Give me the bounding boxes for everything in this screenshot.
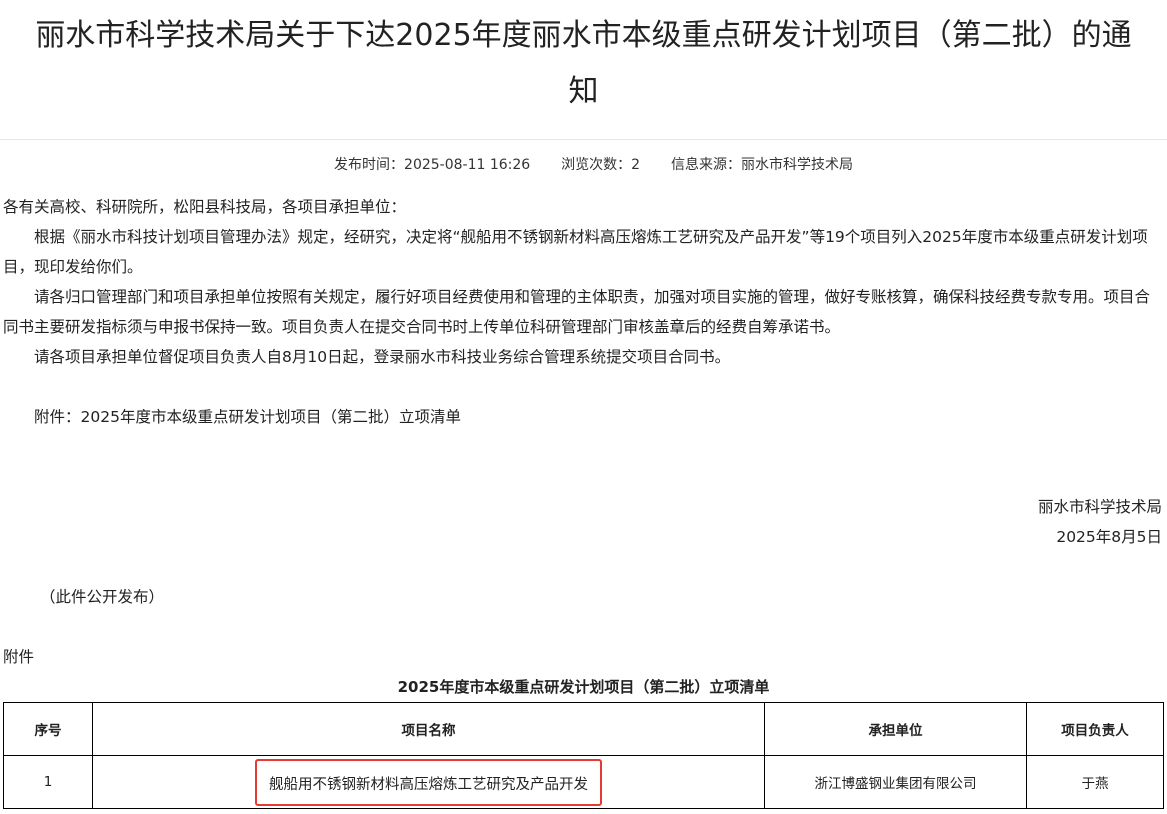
- header-index: 序号: [3, 702, 93, 756]
- table-header-row: 序号 项目名称 承担单位 项目负责人: [3, 702, 1164, 756]
- cell-leader: 于燕: [1026, 755, 1164, 809]
- signature-org: 丽水市科学技术局: [1037, 498, 1162, 516]
- publish-time-value: 2025-08-11 16:26: [404, 157, 531, 173]
- article-body: 各有关高校、科研院所，松阳县科技局，各项目承担单位： 根据《丽水市科技计划项目管…: [3, 192, 1163, 372]
- header-project-name: 项目名称: [92, 702, 765, 756]
- table-row: 1 舰船用不锈钢新材料高压熔炼工艺研究及产品开发 浙江博盛钢业集团有限公司 于燕: [3, 755, 1164, 809]
- page-title-line-1: 丽水市科学技术局关于下达2025年度丽水市本级重点研发计划项目（第二批）的通: [35, 18, 1132, 53]
- header-leader: 项目负责人: [1026, 702, 1164, 756]
- header-organization: 承担单位: [764, 702, 1027, 756]
- source-value: 丽水市科学技术局: [740, 157, 853, 173]
- table-title: 2025年度市本级重点研发计划项目（第二批）立项清单: [397, 678, 770, 696]
- highlighted-project-name: 舰船用不锈钢新材料高压熔炼工艺研究及产品开发: [255, 758, 602, 806]
- signature-date: 2025年8月5日: [1056, 528, 1162, 546]
- attachment-label: 附件: [3, 648, 35, 666]
- project-list-table: 序号 项目名称 承担单位 项目负责人 1 舰船用不锈钢新材料高压熔炼工艺研究及产…: [3, 702, 1164, 809]
- views-value: 2: [631, 157, 641, 173]
- attachment-section: 附件：2025年度市本级重点研发计划项目（第二批）立项清单: [3, 402, 1163, 432]
- cell-index: 1: [3, 755, 93, 809]
- views-label: 浏览次数：: [561, 157, 632, 173]
- source-label: 信息来源：: [670, 157, 741, 173]
- paragraph-1: 根据《丽水市科技计划项目管理办法》规定，经研究，决定将“舰船用不锈钢新材料高压熔…: [3, 228, 1148, 276]
- page-title: 丽水市科学技术局关于下达2025年度丽水市本级重点研发计划项目（第二批）的通 知: [0, 8, 1167, 120]
- paragraph-2: 请各归口管理部门和项目承担单位按照有关规定，履行好项目经费使用和管理的主体职责，…: [3, 288, 1151, 336]
- paragraph-3: 请各项目承担单位督促项目负责人自8月10日起，登录丽水市科技业务综合管理系统提交…: [34, 348, 731, 366]
- salutation: 各有关高校、科研院所，松阳县科技局，各项目承担单位：: [3, 198, 407, 216]
- publish-time-label: 发布时间：: [334, 157, 405, 173]
- page-title-line-2: 知: [568, 74, 599, 109]
- cell-organization: 浙江博盛钢业集团有限公司: [764, 755, 1027, 809]
- attachment-link[interactable]: 附件：2025年度市本级重点研发计划项目（第二批）立项清单: [3, 402, 1163, 432]
- title-divider: [0, 139, 1167, 140]
- article-meta: 发布时间：2025-08-11 16:26 浏览次数：2 信息来源：丽水市科学技…: [0, 154, 1167, 176]
- public-note: （此件公开发布）: [40, 588, 165, 606]
- signature: 丽水市科学技术局 2025年8月5日: [1038, 492, 1162, 552]
- cell-project-name: 舰船用不锈钢新材料高压熔炼工艺研究及产品开发: [92, 755, 765, 809]
